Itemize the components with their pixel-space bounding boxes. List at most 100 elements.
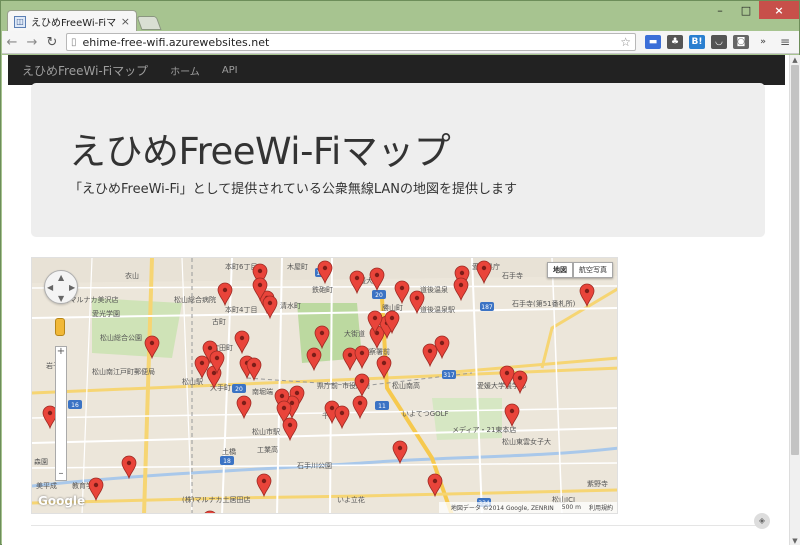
marker-dot <box>427 348 433 354</box>
svg-text:20: 20 <box>375 292 383 299</box>
chat-bubble-icon[interactable]: ▬ <box>645 35 661 49</box>
back-arrow-icon[interactable]: ← <box>2 35 22 50</box>
hatena-bookmark-icon[interactable]: B! <box>689 35 705 49</box>
url-text[interactable]: ehime-free-wifi.azurewebsites.net <box>83 36 621 49</box>
map-place-label: 石手寺 <box>502 271 523 280</box>
close-window-button[interactable]: × <box>759 1 799 19</box>
pan-left-icon[interactable]: ◀ <box>47 283 53 292</box>
marker-dot <box>126 460 132 466</box>
map-place-label: 鉄砲町 <box>312 285 333 294</box>
nav-link-home[interactable]: ホーム <box>170 63 200 78</box>
tab-close-icon[interactable]: × <box>121 15 130 28</box>
pan-up-icon[interactable]: ▲ <box>58 273 64 282</box>
forward-arrow-icon[interactable]: → <box>22 35 42 50</box>
pan-right-icon[interactable]: ▶ <box>69 283 75 292</box>
map-place-label: 南堀端 <box>252 387 273 396</box>
map-place-label: 石手寺(第51番札所) <box>512 299 576 308</box>
browser-tab[interactable]: ◫ えひめFreeWi-Fiマップ × <box>7 10 137 32</box>
pocket-icon[interactable]: ◡ <box>711 35 727 49</box>
marker-dot <box>149 340 155 346</box>
marker-dot <box>222 287 228 293</box>
address-bar[interactable]: ▯ ehime-free-wifi.azurewebsites.net ☆ <box>66 33 636 51</box>
page-lead: 「えひめFreeWi-Fi」として提供されている公衆無線LANの地図を提供します <box>69 182 517 197</box>
evernote-icon[interactable]: ♣ <box>667 35 683 49</box>
marker-dot <box>389 315 395 321</box>
maximize-button[interactable]: □ <box>733 1 759 19</box>
google-map[interactable]: 衣山本町6丁目木屋町愛媛大学愛媛県庁石手寺(株)マルナカ美沢店松山総合病院道後温… <box>31 257 618 514</box>
route-shield: 20 <box>372 290 386 299</box>
map-place-label: 土橋 <box>222 447 236 456</box>
marker-dot <box>279 393 285 399</box>
marker-dot <box>211 370 217 376</box>
google-logo[interactable]: Google <box>38 494 85 508</box>
marker-dot <box>319 330 325 336</box>
marker-dot <box>397 445 403 451</box>
map-place-label: 工業高 <box>257 445 278 454</box>
marker-dot <box>517 375 523 381</box>
route-shield: 187 <box>480 302 494 311</box>
map-place-label: 松山南江戸町郵便局 <box>92 367 155 376</box>
map-scale: 500 m <box>561 504 581 511</box>
marker-dot <box>504 370 510 376</box>
extension-icons: ▬ ♣ B! ◡ ◙ » <box>642 35 774 49</box>
svg-text:317: 317 <box>443 372 455 379</box>
map-place-label: 木屋町 <box>287 262 308 271</box>
new-tab-button[interactable] <box>136 16 162 30</box>
map-canvas[interactable]: 衣山本町6丁目木屋町愛媛大学愛媛県庁石手寺(株)マルナカ美沢店松山総合病院道後温… <box>32 258 618 514</box>
map-place-label: 美平成 <box>36 481 57 490</box>
map-place-label: いよ立花 <box>337 495 365 504</box>
nav-link-api[interactable]: API <box>222 65 238 76</box>
map-place-label: 松山総合公園 <box>100 333 142 342</box>
marker-dot <box>207 345 213 351</box>
scroll-thumb[interactable] <box>791 65 799 455</box>
route-shield: 16 <box>68 400 82 409</box>
marker-dot <box>294 390 300 396</box>
navbar-brand[interactable]: えひめFreeWi-Fiマップ <box>22 62 148 79</box>
marker-dot <box>374 272 380 278</box>
map-type-satellite-button[interactable]: 航空写真 <box>573 262 613 278</box>
marker-dot <box>257 268 263 274</box>
zoom-in-button[interactable]: + <box>56 347 66 358</box>
scroll-up-arrow[interactable]: ▲ <box>790 55 800 65</box>
page-icon: ▯ <box>71 36 77 48</box>
marker-dot <box>251 362 257 368</box>
map-type-control: 地図 航空写真 <box>547 262 613 278</box>
bookmark-star-icon[interactable]: ☆ <box>620 35 631 49</box>
marker-dot <box>357 400 363 406</box>
feedback-icon[interactable]: ◈ <box>754 513 770 529</box>
minimize-button[interactable]: – <box>707 1 733 19</box>
street-view-pegman-icon[interactable] <box>55 318 65 336</box>
site-navbar: えひめFreeWi-Fiマップ ホーム API <box>8 55 785 85</box>
browser-toolbar: ← → ↻ ▯ ehime-free-wifi.azurewebsites.ne… <box>2 31 799 54</box>
jumbotron: えひめFreeWi-Fiマップ 「えひめFreeWi-Fi」として提供されている… <box>31 83 765 237</box>
zoom-out-button[interactable]: – <box>56 469 66 480</box>
zoom-slider[interactable]: + – <box>55 346 67 481</box>
map-place-label: 森園 <box>34 457 48 466</box>
map-place-label: いよてつGOLF <box>402 410 449 418</box>
marker-dot <box>372 315 378 321</box>
marker-dot <box>261 478 267 484</box>
scroll-down-arrow[interactable]: ▼ <box>790 536 800 545</box>
marker-dot <box>359 350 365 356</box>
map-attribution-text: 地図データ ©2014 Google, ZENRIN <box>450 505 554 512</box>
marker-dot <box>481 265 487 271</box>
map-type-roadmap-button[interactable]: 地図 <box>547 262 573 278</box>
menu-icon[interactable]: ≡ <box>780 35 790 49</box>
pan-down-icon[interactable]: ▼ <box>58 294 64 303</box>
route-shield: 11 <box>375 401 389 410</box>
map-place-label: 古町 <box>212 317 226 326</box>
marker-dot <box>359 378 365 384</box>
reload-icon[interactable]: ↻ <box>42 35 62 50</box>
tab-title: えひめFreeWi-Fiマップ <box>31 18 118 29</box>
tumblr-icon[interactable]: ◙ <box>733 35 749 49</box>
divider <box>31 525 765 526</box>
pan-control[interactable]: ▲ ▼ ◀ ▶ <box>44 270 78 304</box>
map-attribution: 地図データ ©2014 Google, ZENRIN 500 m 利用規約 <box>438 502 617 513</box>
svg-text:20: 20 <box>235 386 243 393</box>
page-title: えひめFreeWi-Fiマップ <box>69 130 451 173</box>
overflow-icon[interactable]: » <box>755 35 771 49</box>
map-place-label: (株)マルナカ土居田店 <box>182 495 250 504</box>
map-place-label: メディア・21東本店 <box>452 425 516 434</box>
vertical-scrollbar[interactable]: ▲ ▼ <box>789 55 800 545</box>
map-terms-link[interactable]: 利用規約 <box>589 503 613 512</box>
